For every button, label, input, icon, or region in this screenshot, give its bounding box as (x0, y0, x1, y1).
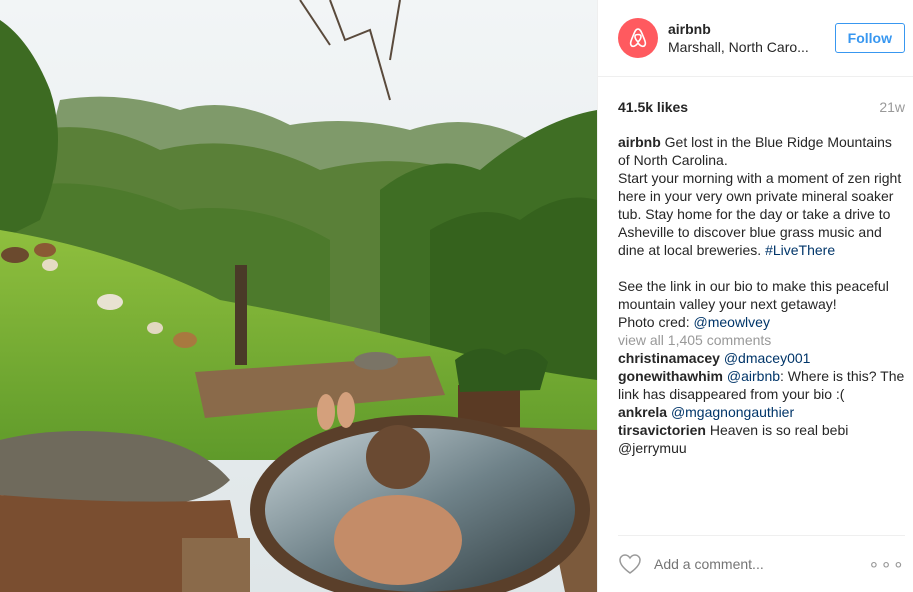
instagram-post: airbnb Marshall, North Caro... Follow 41… (0, 0, 913, 592)
more-options-icon[interactable]: ∘∘∘ (868, 554, 905, 575)
caption-hashtag[interactable]: #LiveThere (765, 242, 835, 258)
comment-username[interactable]: ankrela (618, 404, 667, 420)
caption-mention[interactable]: @meowlvey (694, 314, 770, 330)
mountain-soaker-tub-photo (0, 0, 597, 592)
post-header: airbnb Marshall, North Caro... Follow (598, 0, 913, 77)
post-details-panel: airbnb Marshall, North Caro... Follow 41… (597, 0, 913, 592)
profile-info: airbnb Marshall, North Caro... (668, 20, 835, 56)
post-meta: 41.5k likes 21w (618, 77, 905, 117)
add-comment-bar: ∘∘∘ (618, 535, 905, 592)
comment-mention[interactable]: @mgagnongauthier (671, 404, 794, 420)
add-comment-input[interactable] (652, 555, 869, 573)
post-age[interactable]: 21w (879, 99, 905, 115)
comment-item: christinamacey @dmacey001 (618, 349, 905, 367)
profile-avatar[interactable] (618, 18, 658, 58)
airbnb-logo-icon (629, 28, 647, 48)
comment-item: gonewithawhim @airbnb: Where is this? Th… (618, 367, 905, 403)
caption-username[interactable]: airbnb (618, 134, 661, 150)
heart-icon[interactable] (618, 553, 642, 575)
post-photo[interactable] (0, 0, 597, 592)
location-link[interactable]: Marshall, North Caro... (668, 38, 818, 56)
comment-username[interactable]: gonewithawhim (618, 368, 723, 384)
caption-text: Get lost in the Blue Ridge Mountains of … (618, 134, 902, 258)
profile-username[interactable]: airbnb (668, 20, 835, 38)
post-caption: airbnb Get lost in the Blue Ridge Mounta… (618, 133, 905, 331)
comment-item: ankrela @mgagnongauthier (618, 403, 905, 421)
follow-button[interactable]: Follow (834, 23, 905, 53)
comment-item: tirsavictorien Heaven is so real bebi @j… (618, 421, 905, 457)
likes-count[interactable]: 41.5k likes (618, 99, 688, 115)
comment-mention[interactable]: @dmacey001 (724, 350, 811, 366)
comments-section: airbnb Get lost in the Blue Ridge Mounta… (618, 133, 905, 457)
comment-username[interactable]: tirsavictorien (618, 422, 706, 438)
comment-username[interactable]: christinamacey (618, 350, 720, 366)
view-all-comments-link[interactable]: view all 1,405 comments (618, 331, 905, 349)
comment-mention[interactable]: @airbnb (727, 368, 780, 384)
